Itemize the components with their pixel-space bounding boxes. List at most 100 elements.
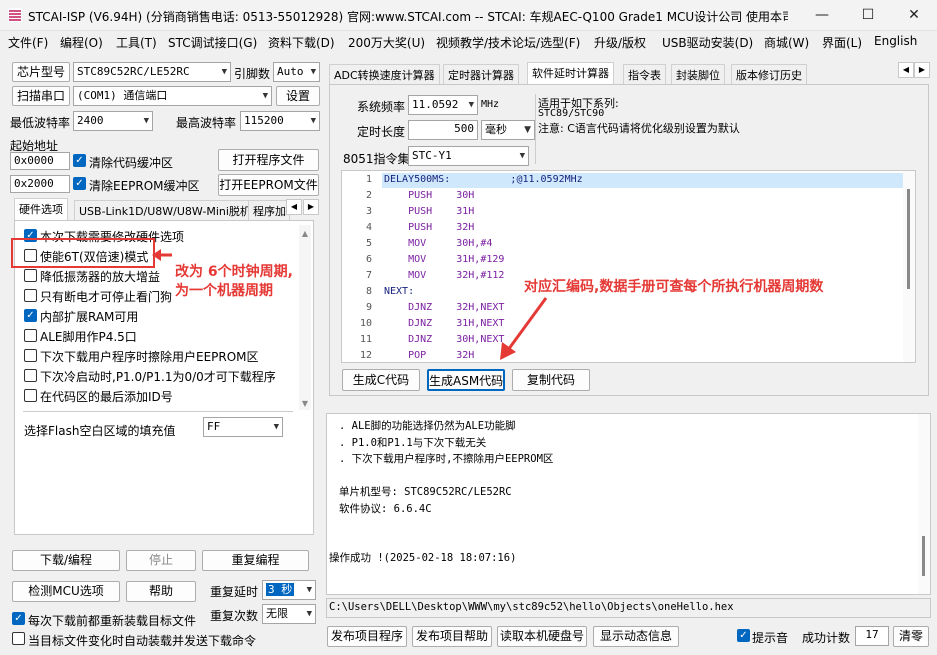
tab-delay-calc[interactable]: 软件延时计算器 <box>527 62 614 84</box>
menu-shop[interactable]: 商城(W) <box>764 34 809 51</box>
delay-unit-select[interactable]: 毫秒 ▼ <box>481 120 535 140</box>
option-checkbox[interactable]: ✓ <box>24 309 37 322</box>
tab-program-load[interactable]: 程序加 <box>248 200 290 220</box>
tab-hardware-options[interactable]: 硬件选项 <box>14 198 68 220</box>
menu-prize[interactable]: 200万大奖(U) <box>348 34 425 51</box>
option-checkbox[interactable] <box>24 389 37 402</box>
close-button[interactable]: ✕ <box>891 0 937 31</box>
title-bar: STCAI-ISP (V6.94H) (分销商销售电话: 0513-550129… <box>0 0 937 31</box>
tab-prev-icon[interactable]: ◀ <box>286 199 302 215</box>
help-button[interactable]: 帮助 <box>126 581 196 602</box>
menu-tools[interactable]: 工具(T) <box>116 34 157 51</box>
code-line: MOV 30H,#4 <box>384 238 493 249</box>
menu-upgrade[interactable]: 升级/版权 <box>594 34 646 51</box>
code-line: DJNZ 32H,NEXT <box>384 302 505 313</box>
code-line: DJNZ 31H,NEXT <box>384 318 505 329</box>
stop-button[interactable]: 停止 <box>126 550 196 571</box>
tab-package-pins[interactable]: 封装脚位 <box>671 64 725 84</box>
open-eeprom-file-button[interactable]: 打开EEPROM文件 <box>218 174 319 196</box>
code-line: MOV 31H,#129 <box>384 254 505 265</box>
option-checkbox[interactable] <box>24 289 37 302</box>
tab-version-history[interactable]: 版本修订历史 <box>731 64 807 84</box>
auto-send-checkbox[interactable] <box>12 632 25 645</box>
menu-video[interactable]: 视频教学/技术论坛/选型(F) <box>436 34 580 51</box>
freq-select[interactable]: 11.0592 ▼ <box>408 95 478 115</box>
options-scrollbar[interactable]: ▲ ▼ <box>299 225 311 410</box>
code-scrollbar[interactable] <box>903 171 915 362</box>
beep-checkbox[interactable]: ✓ <box>737 629 750 642</box>
read-disk-serial-button[interactable]: 读取本机硬盘号 <box>497 626 587 647</box>
option-checkbox[interactable] <box>24 369 37 382</box>
delay-length-label: 定时长度 <box>357 125 406 139</box>
reload-each-label: 每次下载前都重新装载目标文件 <box>28 614 197 628</box>
settings-button[interactable]: 设置 <box>276 86 320 106</box>
isa-select[interactable]: STC-Y1 ▼ <box>408 146 529 166</box>
max-baud-select[interactable]: 115200 ▼ <box>240 111 320 131</box>
option-checkbox[interactable] <box>24 269 37 282</box>
tab-usb-link[interactable]: USB-Link1D/U8W/U8W-Mini脱机 <box>74 200 256 220</box>
right-tab-next-icon[interactable]: ▶ <box>914 62 930 78</box>
log-output: . ALE脚的功能选择仍然为ALE功能脚 . P1.0和P1.1与下次下载无关 . … <box>326 413 931 595</box>
app-logo-icon <box>8 8 22 22</box>
code-line: DJNZ 30H,NEXT <box>384 334 505 345</box>
right-tab-bar: ADC转换速度计算器 定时器计算器 软件延时计算器 指令表 封装脚位 版本修订历… <box>329 62 899 84</box>
menu-download[interactable]: 资料下载(D) <box>268 34 335 51</box>
code-address-input[interactable]: 0x0000 <box>10 152 70 170</box>
file-path: C:\Users\DELL\Desktop\WWW\my\stc89c52\he… <box>329 601 734 613</box>
menu-ui[interactable]: 界面(L) <box>822 34 862 51</box>
auto-send-label: 当目标文件变化时自动装载并发送下载命令 <box>28 634 257 648</box>
menu-usb[interactable]: USB驱动安装(D) <box>662 34 753 51</box>
menu-debug[interactable]: STC调试接口(G) <box>168 34 257 51</box>
menu-english[interactable]: English <box>874 34 917 48</box>
min-baud-label: 最低波特率 <box>10 116 71 130</box>
port-select[interactable]: (COM1) 通信端口 ▼ <box>73 86 272 106</box>
clear-code-checkbox[interactable]: ✓ <box>73 154 86 167</box>
clear-eeprom-checkbox[interactable]: ✓ <box>73 177 86 190</box>
clear-code-label: 清除代码缓冲区 <box>89 156 174 170</box>
desc-line-3: 注意: C语言代码请将优化级别设置为默认 <box>538 122 740 135</box>
tab-next-icon[interactable]: ▶ <box>303 199 319 215</box>
check-mcu-button[interactable]: 检测MCU选项 <box>12 581 120 602</box>
tab-adc-calc[interactable]: ADC转换速度计算器 <box>329 64 440 84</box>
delay-length-input[interactable]: 500 <box>408 120 478 140</box>
option-checkbox[interactable] <box>24 349 37 362</box>
chip-type-button[interactable]: 芯片型号 <box>12 62 70 82</box>
option-checkbox[interactable] <box>24 329 37 342</box>
desc-line-2: STC89/STC90 <box>538 108 605 119</box>
line-number: 3 <box>365 206 372 217</box>
log-line: 软件协议: 6.6.4C <box>339 502 432 515</box>
chip-type-select[interactable]: STC89C52RC/LE52RC ▼ <box>73 62 231 82</box>
publish-program-button[interactable]: 发布项目程序 <box>327 626 407 647</box>
menu-program[interactable]: 编程(O) <box>60 34 103 51</box>
clear-count-button[interactable]: 清零 <box>893 626 929 647</box>
code-line: PUSH 30H <box>384 190 475 201</box>
tab-instruction-table[interactable]: 指令表 <box>623 64 666 84</box>
line-number: 6 <box>365 254 372 265</box>
code-line: PUSH 32H <box>384 222 475 233</box>
repeat-count-select[interactable]: 无限 ▼ <box>262 604 316 624</box>
copy-code-button[interactable]: 复制代码 <box>512 369 590 391</box>
maximize-button[interactable]: ☐ <box>845 0 891 31</box>
log-scrollbar[interactable] <box>918 414 930 594</box>
pin-count-select[interactable]: Auto ▼ <box>273 62 320 82</box>
generate-asm-button[interactable]: 生成ASM代码 <box>427 369 505 391</box>
scan-port-button[interactable]: 扫描串口 <box>12 86 70 106</box>
repeat-program-button[interactable]: 重复编程 <box>202 550 309 571</box>
min-baud-select[interactable]: 2400 ▼ <box>73 111 153 131</box>
repeat-delay-select[interactable]: 3 秒 ▼ <box>262 580 316 600</box>
tab-timer-calc[interactable]: 定时器计算器 <box>443 64 519 84</box>
minimize-button[interactable]: — <box>799 0 845 31</box>
asm-code-editor[interactable]: 1 DELAY500MS: ;@11.0592MHz 2 PUSH 30H 3 PUS… <box>341 170 916 363</box>
fill-value-select[interactable]: FF ▼ <box>203 417 283 437</box>
eeprom-address-input[interactable]: 0x2000 <box>10 175 70 193</box>
download-program-button[interactable]: 下载/编程 <box>12 550 120 571</box>
right-tab-prev-icon[interactable]: ◀ <box>898 62 914 78</box>
show-dynamic-info-button[interactable]: 显示动态信息 <box>593 626 679 647</box>
freq-unit: MHz <box>481 99 500 110</box>
open-program-file-button[interactable]: 打开程序文件 <box>218 149 319 171</box>
reload-each-checkbox[interactable]: ✓ <box>12 612 25 625</box>
menu-file[interactable]: 文件(F) <box>8 34 48 51</box>
line-number: 9 <box>365 302 372 313</box>
publish-help-button[interactable]: 发布项目帮助 <box>412 626 492 647</box>
generate-c-button[interactable]: 生成C代码 <box>342 369 420 391</box>
